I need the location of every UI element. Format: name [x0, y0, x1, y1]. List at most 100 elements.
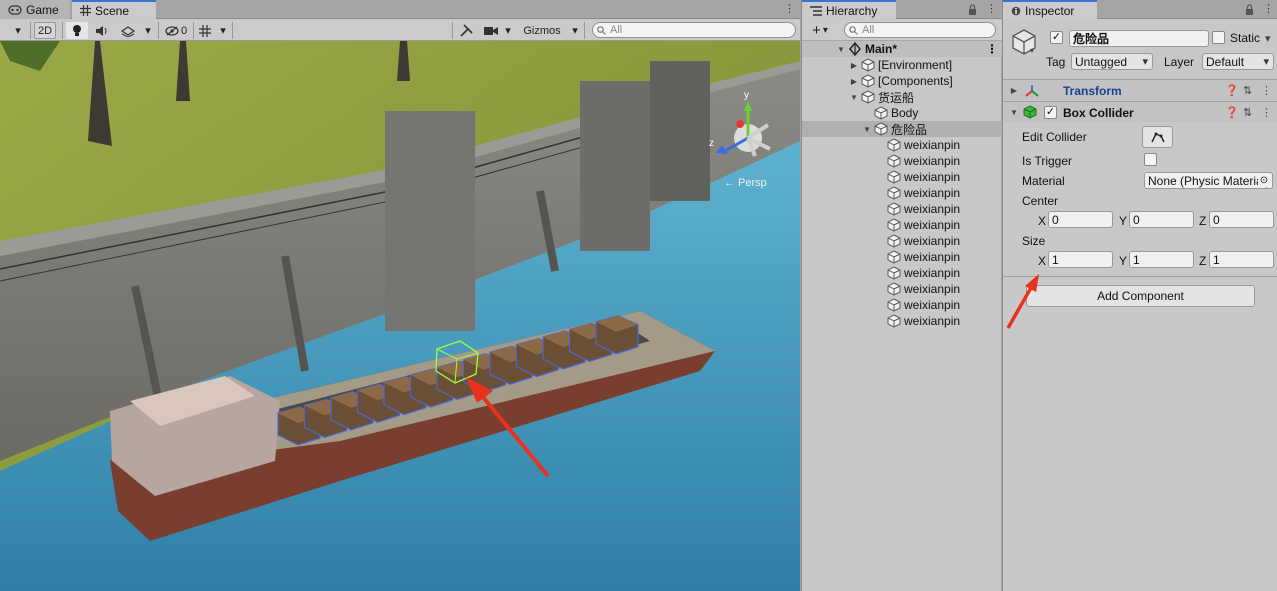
- hierarchy-item[interactable]: ▼ 危险品: [802, 121, 1002, 137]
- inspector-tab-bar: Inspector ⋮: [1003, 0, 1277, 19]
- fold-closed-icon[interactable]: ▶: [849, 77, 859, 86]
- hierarchy-item-label: [Components]: [878, 74, 953, 88]
- scene-menu-icon[interactable]: ⋮: [784, 2, 795, 15]
- hierarchy-item[interactable]: weixianpin: [802, 201, 1002, 217]
- transform-title: Transform: [1063, 84, 1122, 98]
- hierarchy-item-label: weixianpin: [904, 266, 961, 280]
- grid-toggle[interactable]: [196, 22, 214, 39]
- help-icon[interactable]: ❓: [1225, 84, 1239, 97]
- transform-fold-icon[interactable]: ▶: [1009, 86, 1019, 95]
- add-object-button[interactable]: + ▾: [806, 22, 834, 39]
- hierarchy-item[interactable]: weixianpin: [802, 169, 1002, 185]
- add-component-button[interactable]: Add Component: [1026, 285, 1255, 307]
- hierarchy-item[interactable]: weixianpin: [802, 249, 1002, 265]
- gizmos-button[interactable]: Gizmos: [516, 22, 568, 39]
- edit-collider-button[interactable]: [1142, 126, 1173, 148]
- gameobject-icon: [887, 298, 901, 312]
- shading-dropdown-icon[interactable]: ▾: [8, 22, 28, 39]
- effects-toggle[interactable]: [118, 22, 138, 39]
- box-collider-enabled-checkbox[interactable]: ✓: [1044, 106, 1057, 119]
- hierarchy-item[interactable]: weixianpin: [802, 137, 1002, 153]
- layer-dropdown[interactable]: Default: [1202, 53, 1274, 70]
- hierarchy-item[interactable]: Body: [802, 105, 1002, 121]
- scene-search-input[interactable]: All: [592, 22, 796, 38]
- object-picker-icon[interactable]: ⊙: [1258, 174, 1270, 187]
- lock-icon[interactable]: [1245, 4, 1254, 15]
- size-z-field[interactable]: 1: [1209, 251, 1274, 268]
- hierarchy-item[interactable]: ▼ 货运船: [802, 89, 1002, 105]
- perspective-label[interactable]: ← Persp: [724, 177, 767, 189]
- inspector-menu-icon[interactable]: ⋮: [1263, 2, 1274, 15]
- gizmos-dropdown-icon[interactable]: ▾: [568, 22, 582, 39]
- lock-icon[interactable]: [968, 4, 977, 15]
- hierarchy-scene-row[interactable]: ▼ Main* ⋮: [802, 41, 1002, 57]
- lighting-toggle[interactable]: [66, 22, 88, 39]
- gameobject-icon: [887, 234, 901, 248]
- presets-icon[interactable]: ⇅: [1243, 106, 1252, 119]
- box-collider-fold-icon[interactable]: ▼: [1009, 108, 1019, 117]
- hierarchy-item[interactable]: weixianpin: [802, 185, 1002, 201]
- hierarchy-search-input[interactable]: All: [844, 22, 996, 38]
- hierarchy-menu-icon[interactable]: ⋮: [986, 2, 997, 15]
- active-checkbox[interactable]: ✓: [1050, 31, 1063, 44]
- hierarchy-item[interactable]: ▶ [Components]: [802, 73, 1002, 89]
- fold-closed-icon[interactable]: ▶: [849, 61, 859, 70]
- hierarchy-item[interactable]: weixianpin: [802, 153, 1002, 169]
- camera-button[interactable]: [482, 22, 500, 39]
- scene-panel: Game Scene ⋮ ▾ 2D ▾ 0 ▾ ▾ Gizmos ▾ All y…: [0, 0, 800, 591]
- hierarchy-item[interactable]: weixianpin: [802, 281, 1002, 297]
- tag-dropdown[interactable]: Untagged: [1071, 53, 1153, 70]
- tab-scene[interactable]: Scene: [72, 0, 156, 19]
- gameobject-icon: [861, 90, 875, 104]
- help-icon[interactable]: ❓: [1225, 106, 1239, 119]
- effects-dropdown-icon[interactable]: ▾: [140, 22, 156, 39]
- grid-dropdown-icon[interactable]: ▾: [216, 22, 230, 39]
- camera-dropdown-icon[interactable]: ▾: [502, 22, 514, 39]
- size-y-field[interactable]: 1: [1129, 251, 1194, 268]
- hierarchy-item[interactable]: weixianpin: [802, 217, 1002, 233]
- fold-open-icon[interactable]: ▼: [849, 93, 859, 102]
- gameobject-icon: [874, 122, 888, 136]
- hierarchy-item[interactable]: weixianpin: [802, 297, 1002, 313]
- size-x-field[interactable]: 1: [1048, 251, 1113, 268]
- audio-toggle[interactable]: [92, 22, 112, 39]
- object-name-field[interactable]: 危险品: [1069, 30, 1209, 47]
- hierarchy-item[interactable]: weixianpin: [802, 265, 1002, 281]
- tab-inspector[interactable]: Inspector: [1003, 0, 1097, 19]
- fold-open-icon[interactable]: ▼: [862, 125, 872, 134]
- is-trigger-checkbox[interactable]: [1144, 153, 1157, 166]
- center-y-field[interactable]: 0: [1129, 211, 1194, 228]
- tab-hierarchy[interactable]: Hierarchy: [802, 0, 896, 19]
- tab-game[interactable]: Game: [0, 0, 70, 19]
- scene-tab-bar: Game Scene ⋮: [0, 0, 800, 19]
- hierarchy-panel: Hierarchy ⋮ + ▾ All ▼ Main* ⋮ ▶ [Environment]…: [801, 0, 1002, 591]
- static-dropdown-icon[interactable]: ▾: [1265, 32, 1271, 45]
- component-menu-icon[interactable]: ⋮: [1261, 84, 1272, 97]
- toggle-2d-button[interactable]: 2D: [34, 22, 56, 39]
- fold-open-icon[interactable]: ▼: [836, 45, 846, 54]
- hierarchy-item-label: Body: [891, 106, 919, 120]
- scene-viewport[interactable]: y z ← Persp: [0, 41, 800, 591]
- gameobject-icon: [887, 202, 901, 216]
- tools-button[interactable]: [456, 22, 476, 39]
- scene-row-menu-icon[interactable]: ⋮: [986, 42, 998, 56]
- hierarchy-item[interactable]: ▶ [Environment]: [802, 57, 1002, 73]
- material-field[interactable]: None (Physic Material) ⊙: [1144, 172, 1273, 189]
- static-checkbox[interactable]: [1212, 31, 1225, 44]
- hidden-objects-toggle[interactable]: 0: [162, 22, 190, 39]
- presets-icon[interactable]: ⇅: [1243, 84, 1252, 97]
- hierarchy-item-label: weixianpin: [904, 250, 961, 264]
- center-x-field[interactable]: 0: [1048, 211, 1113, 228]
- box-collider-header[interactable]: ▼ ✓ Box Collider ❓ ⇅ ⋮: [1003, 101, 1277, 122]
- transform-header[interactable]: ▶ Transform ❓ ⇅ ⋮: [1003, 79, 1277, 100]
- icon-dropdown-icon[interactable]: ▾: [1030, 46, 1034, 55]
- gizmo-z-label: z: [709, 138, 714, 149]
- component-menu-icon[interactable]: ⋮: [1261, 106, 1272, 119]
- tag-label: Tag: [1046, 55, 1066, 69]
- hierarchy-item[interactable]: weixianpin: [802, 313, 1002, 329]
- eye-hidden-icon: [165, 25, 179, 36]
- hierarchy-item-label: 货运船: [878, 90, 915, 105]
- tab-game-label: Game: [26, 2, 59, 17]
- hierarchy-item[interactable]: weixianpin: [802, 233, 1002, 249]
- center-z-field[interactable]: 0: [1209, 211, 1274, 228]
